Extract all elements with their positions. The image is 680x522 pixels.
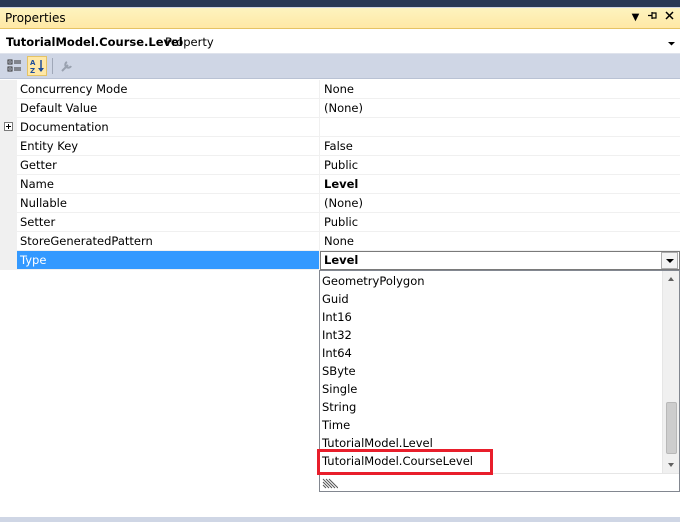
property-name: Getter: [17, 156, 320, 175]
property-row-nullable[interactable]: Nullable (None): [0, 194, 680, 213]
pin-icon[interactable]: [645, 10, 660, 25]
row-margin: [0, 232, 17, 251]
window-bottom-strip: [0, 517, 680, 522]
property-row-getter[interactable]: Getter Public: [0, 156, 680, 175]
resize-grip-icon: [322, 478, 338, 489]
categorized-icon: [7, 59, 21, 72]
svg-text:A: A: [30, 59, 36, 67]
property-name: Nullable: [17, 194, 320, 213]
alphabetical-icon: A Z: [30, 59, 44, 75]
object-selector-dropdown-icon[interactable]: [667, 37, 676, 46]
alphabetical-button[interactable]: A Z: [27, 56, 47, 76]
property-value[interactable]: Public: [320, 213, 680, 232]
row-margin: [0, 80, 17, 99]
selected-object-name: TutorialModel.Course.Level: [6, 35, 183, 49]
dropdown-option[interactable]: Int64: [320, 344, 660, 362]
property-value[interactable]: Level: [320, 175, 680, 194]
property-row-entity-key[interactable]: Entity Key False: [0, 137, 680, 156]
property-value[interactable]: None: [320, 80, 680, 99]
property-name: Concurrency Mode: [17, 80, 320, 99]
property-row-setter[interactable]: Setter Public: [0, 213, 680, 232]
property-row-concurrency-mode[interactable]: Concurrency Mode None: [0, 80, 680, 99]
scroll-down-icon[interactable]: [663, 456, 680, 473]
row-margin: [0, 99, 17, 118]
property-pages-button[interactable]: [57, 56, 77, 76]
wrench-icon: [61, 61, 72, 72]
dropdown-option[interactable]: String: [320, 398, 660, 416]
dropdown-scrollbar[interactable]: [662, 271, 679, 473]
scroll-up-icon[interactable]: [663, 271, 680, 288]
row-margin: [0, 194, 17, 213]
svg-text:Z: Z: [30, 67, 35, 75]
property-row-type[interactable]: Type Level: [0, 251, 680, 270]
property-value[interactable]: (None): [320, 99, 680, 118]
property-value[interactable]: False: [320, 137, 680, 156]
row-margin: [0, 175, 17, 194]
window-position-icon[interactable]: ▼: [628, 10, 643, 25]
type-value-combobox[interactable]: Level: [320, 251, 680, 270]
dropdown-option[interactable]: GeometryPolygon: [320, 272, 660, 290]
close-icon[interactable]: [662, 10, 677, 25]
expand-plus-icon[interactable]: [4, 122, 13, 131]
row-margin: [0, 137, 17, 156]
property-row-default-value[interactable]: Default Value (None): [0, 99, 680, 118]
property-name: StoreGeneratedPattern: [17, 232, 320, 251]
property-name: Setter: [17, 213, 320, 232]
selected-object-type: Property: [165, 35, 214, 49]
property-name: Default Value: [17, 99, 320, 118]
property-name: Name: [17, 175, 320, 194]
row-margin: [0, 251, 17, 270]
chevron-down-icon: [666, 259, 674, 263]
property-value[interactable]: Public: [320, 156, 680, 175]
object-selector[interactable]: TutorialModel.Course.Level Property: [0, 29, 680, 54]
property-grid: Concurrency Mode None Default Value (Non…: [0, 80, 680, 270]
property-value[interactable]: [320, 118, 680, 137]
type-dropdown-button[interactable]: [661, 252, 678, 269]
property-name: Documentation: [17, 118, 320, 137]
dropdown-option[interactable]: Int32: [320, 326, 660, 344]
property-name: Entity Key: [17, 137, 320, 156]
row-margin: [0, 213, 17, 232]
property-value[interactable]: (None): [320, 194, 680, 213]
window-top-strip: [0, 0, 680, 7]
row-margin: [0, 156, 17, 175]
scrollbar-thumb[interactable]: [666, 402, 677, 454]
panel-title: Properties: [5, 11, 66, 25]
dropdown-option[interactable]: SByte: [320, 362, 660, 380]
dropdown-option[interactable]: Time: [320, 416, 660, 434]
toolbar-separator: [52, 58, 53, 74]
categorized-button[interactable]: [5, 56, 25, 76]
dropdown-option[interactable]: Int16: [320, 308, 660, 326]
property-row-store-generated-pattern[interactable]: StoreGeneratedPattern None: [0, 232, 680, 251]
dropdown-option[interactable]: Single: [320, 380, 660, 398]
property-row-name[interactable]: Name Level: [0, 175, 680, 194]
properties-title-bar[interactable]: Properties ▼: [0, 8, 680, 29]
property-value[interactable]: None: [320, 232, 680, 251]
dropdown-resize-grip[interactable]: [320, 473, 679, 491]
property-name: Type: [17, 251, 320, 270]
properties-toolbar: A Z: [0, 54, 680, 79]
highlight-annotation-box: [317, 449, 493, 475]
property-row-documentation[interactable]: Documentation: [0, 118, 680, 137]
type-options: GeometryPolygon Guid Int16 Int32 Int64 S…: [320, 271, 660, 473]
dropdown-option[interactable]: Guid: [320, 290, 660, 308]
